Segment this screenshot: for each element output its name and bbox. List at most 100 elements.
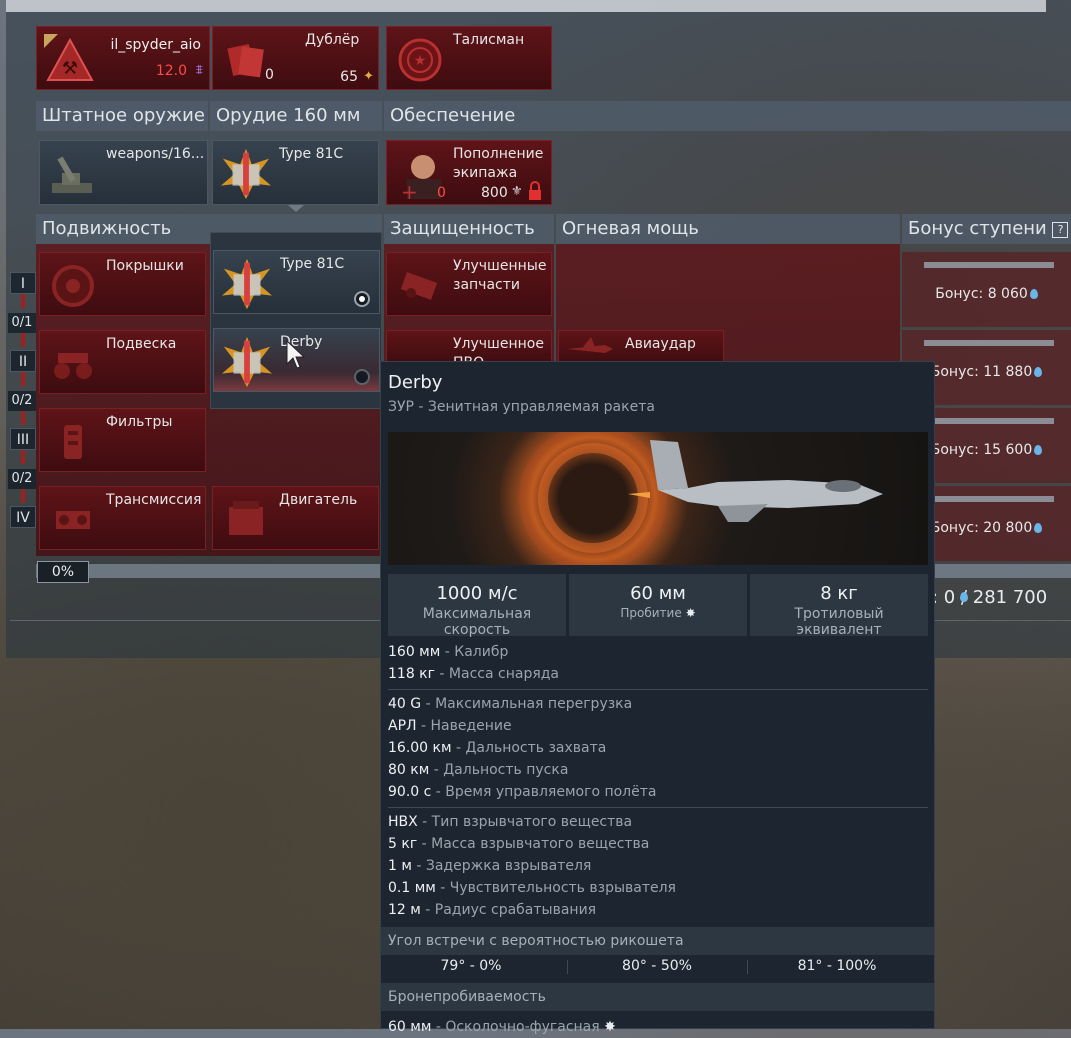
prop-launch-range: 80 км - Дальность пуска: [388, 762, 569, 778]
missile-icon: [220, 335, 274, 389]
engine-card[interactable]: Двигатель: [212, 486, 379, 550]
suspension-label: Подвеска: [106, 336, 177, 352]
stat-tnt: 8 кг Тротиловый эквивалент: [750, 574, 928, 638]
crew-cost: 800: [481, 185, 508, 201]
talisman-label: Талисман: [453, 32, 525, 48]
header-gun: Орудие 160 мм: [210, 101, 382, 131]
transmission-icon: [46, 493, 100, 547]
penetration-row: 60 мм - Осколочно-фугасная ✸: [388, 1019, 616, 1035]
engine-icon: [219, 493, 273, 547]
top-strip: [6, 0, 1046, 12]
silver-lion-icon: ⚜: [511, 184, 523, 199]
help-icon[interactable]: ?: [1052, 222, 1069, 238]
suspension-card[interactable]: Подвеска: [39, 330, 206, 394]
prop-explosive-type: HBX - Тип взрывчатого вещества: [388, 814, 633, 830]
header-support: Обеспечение: [384, 101, 1071, 131]
player-card[interactable]: ⚒ il_spyder_aio 12.0 ⩨: [36, 26, 210, 90]
radio-selected[interactable]: [354, 291, 370, 307]
talisman-icon: ★: [393, 33, 447, 87]
dropdown-item-type81c[interactable]: Type 81C: [213, 250, 380, 314]
filters-card[interactable]: Фильтры: [39, 408, 206, 472]
divider: [567, 960, 568, 974]
improved-aa-card[interactable]: Улучшенное ПВО: [386, 330, 552, 371]
separator: [388, 689, 928, 690]
prop-proximity-radius: 12 м - Радиус срабатывания: [388, 902, 597, 918]
prop-lock-range: 16.00 км - Дальность захвата: [388, 740, 607, 756]
standard-weapon-card[interactable]: weapons/16...: [39, 140, 208, 205]
spare-parts-icon: [393, 259, 447, 313]
ricochet-header: Угол встречи с вероятностью рикошета: [381, 927, 934, 955]
header-protection: Защищенность: [384, 214, 554, 244]
penetration-icon: ✸: [604, 1019, 616, 1035]
gun-card[interactable]: Type 81C: [212, 140, 379, 205]
backup-card[interactable]: Дублёр 0 65 ✦: [212, 26, 379, 90]
missile-icon: [219, 147, 273, 201]
separator: [388, 807, 928, 808]
tires-card[interactable]: Покрышки: [39, 252, 206, 316]
prop-fuse-delay: 1 м - Задержка взрывателя: [388, 858, 592, 874]
ricochet-100: 81° - 100%: [797, 958, 877, 974]
research-icon: [1034, 445, 1043, 455]
penetration-icon: ✸: [685, 606, 696, 620]
filter-icon: [46, 415, 100, 469]
transmission-label: Трансмиссия: [106, 492, 202, 508]
rank-4: IV: [10, 506, 36, 528]
player-name: il_spyder_aio: [110, 37, 201, 53]
rank-icon: ⚒: [43, 33, 97, 87]
prop-flight-time: 90.0 с - Время управляемого полёта: [388, 784, 657, 800]
rank-arrows: [21, 294, 25, 504]
gun-label: Type 81C: [279, 146, 344, 162]
dropdown-item-label: Type 81C: [280, 256, 345, 272]
tier-bonus-1: Бонус: 8 060: [902, 252, 1071, 327]
standard-weapon-label: weapons/16...: [106, 146, 205, 162]
prop-caliber: 160 мм - Калибр: [388, 644, 509, 660]
research-icon: [1029, 289, 1038, 299]
ricochet-50: 80° - 50%: [622, 958, 692, 974]
backup-count: 0: [265, 67, 274, 83]
rating-icon: ⩨: [195, 63, 203, 78]
cannon-icon: [46, 147, 100, 201]
research-icon: [1034, 367, 1043, 377]
crew-count: 0: [437, 185, 446, 201]
research-total: : 0 / 281 700: [932, 587, 1048, 608]
eagle-icon: ✦: [363, 69, 374, 84]
svg-text:+: +: [401, 180, 418, 201]
prop-fuse-sensitivity: 0.1 мм - Чувствительность взрывателя: [388, 880, 676, 896]
research-icon: [960, 592, 968, 602]
backup-cost: 65: [340, 69, 358, 85]
progress-label: 0%: [37, 561, 89, 583]
ammo-tooltip: Derby ЗУР - Зенитная управляемая ракета …: [380, 361, 935, 1035]
penetration-header: Бронепробиваемость: [381, 983, 934, 1011]
radio-unselected[interactable]: [354, 369, 370, 385]
talisman-card[interactable]: ★ Талисман: [386, 26, 552, 90]
suspension-icon: [46, 337, 100, 391]
spare-parts-card[interactable]: Улучшенные запчасти: [386, 252, 552, 316]
filters-label: Фильтры: [106, 414, 173, 430]
transmission-card[interactable]: Трансмиссия: [39, 486, 206, 550]
svg-text:⚒: ⚒: [62, 58, 78, 79]
tire-icon: [46, 259, 100, 313]
airstrike-card[interactable]: Авиаудар: [558, 330, 724, 364]
header-firepower: Огневая мощь: [556, 214, 900, 244]
header-tier-bonus: Бонус ступени ?: [902, 214, 1071, 244]
mouse-cursor-icon: [286, 339, 306, 374]
svg-text:★: ★: [414, 53, 427, 69]
prop-guidance: АРЛ - Наведение: [388, 718, 512, 734]
dropdown-caret-icon: [288, 205, 304, 212]
backup-label: Дублёр: [305, 32, 360, 48]
stat-speed: 1000 м/с Максимальная скорость: [388, 574, 566, 638]
lock-icon: [527, 181, 543, 205]
airstrike-label: Авиаудар: [625, 336, 696, 352]
player-rating: 12.0: [155, 63, 187, 79]
crew-card[interactable]: + Пополнение экипажа 0 800 ⚜: [386, 140, 552, 205]
ricochet-0: 79° - 0%: [440, 958, 502, 974]
missile-icon: [220, 257, 274, 311]
research-icon: [1034, 523, 1043, 533]
rank-1: I: [10, 272, 36, 294]
prop-mass: 118 кг - Масса снаряда: [388, 666, 560, 682]
tooltip-subtitle: ЗУР - Зенитная управляемая ракета: [388, 399, 655, 415]
header-standard-weapon: Штатное оружие: [36, 101, 208, 131]
divider: [747, 960, 748, 974]
prop-explosive-mass: 5 кг - Масса взрывчатого вещества: [388, 836, 650, 852]
prop-overload: 40 G - Максимальная перегрузка: [388, 696, 633, 712]
